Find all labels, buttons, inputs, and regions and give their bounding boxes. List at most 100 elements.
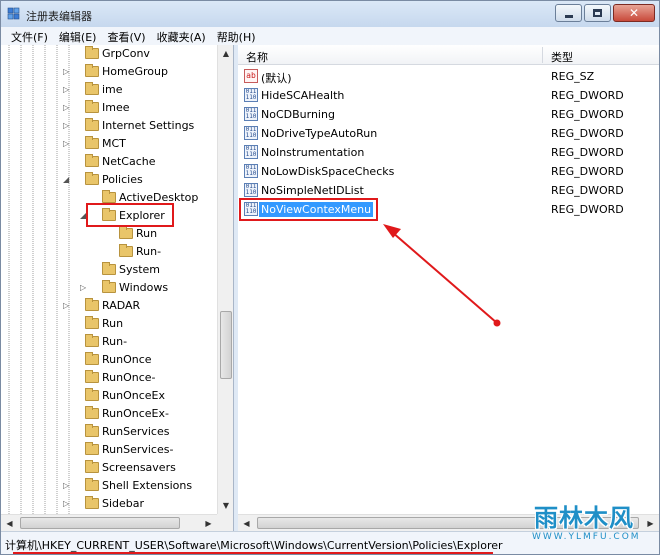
collapsed-arrow-icon[interactable]: ▷ xyxy=(63,140,71,148)
maximize-button[interactable] xyxy=(584,4,611,22)
path-annotation-underline xyxy=(13,552,493,554)
collapsed-arrow-icon[interactable]: ▷ xyxy=(63,104,71,112)
tree-item[interactable]: ▷ ime xyxy=(1,81,216,99)
tree-item[interactable]: ▷ MCT xyxy=(1,135,216,153)
tree-item[interactable]: ▷ RADAR xyxy=(1,297,216,315)
collapsed-arrow-icon[interactable]: ▷ xyxy=(63,86,71,94)
title-bar[interactable]: 注册表编辑器 ✕ xyxy=(1,1,659,27)
menu-file[interactable]: 文件(F) xyxy=(1,27,48,45)
column-separator[interactable] xyxy=(542,47,543,63)
folder-icon xyxy=(85,64,99,77)
menu-favorites[interactable]: 收藏夹(A) xyxy=(147,27,206,45)
value-name: HideSCAHealth xyxy=(261,89,345,102)
tree-item[interactable]: ▷ Internet Settings xyxy=(1,117,216,135)
tree-item[interactable]: ▷ Shell Extensions xyxy=(1,477,216,495)
tree-item[interactable]: System xyxy=(1,261,216,279)
menu-help[interactable]: 帮助(H) xyxy=(207,27,256,45)
binary-value-icon: 011 110 xyxy=(244,183,258,197)
value-type: REG_DWORD xyxy=(551,203,624,216)
current-key-path: 计算机\HKEY_CURRENT_USER\Software\Microsoft… xyxy=(5,539,503,552)
tree-vertical-scrollbar[interactable]: ▲ ▼ xyxy=(217,45,233,515)
tree-item[interactable]: RunServices- xyxy=(1,441,216,459)
value-row[interactable]: 011 110 NoInstrumentation REG_DWORD xyxy=(238,143,659,162)
values-list-pane[interactable]: 名称 类型 ab (默认) REG_SZ 011 110 HideSCAHealth RE… xyxy=(238,45,659,531)
folder-icon xyxy=(119,244,133,257)
value-name: (默认) xyxy=(261,72,292,85)
tree-item[interactable]: RunOnceEx- xyxy=(1,405,216,423)
key-tree-pane[interactable]: GrpConv ▷ HomeGroup ▷ ime ▷ Imee ▷ Internet Sett… xyxy=(1,45,234,531)
folder-icon xyxy=(85,352,99,365)
registry-editor-window: 注册表编辑器 ✕ 文件(F) 编辑(E) 查看(V) 收藏夹(A) 帮助(H) … xyxy=(0,0,660,555)
tree-item[interactable]: ▷ Sidebar xyxy=(1,495,216,513)
tree-item-label: GrpConv xyxy=(102,47,150,60)
tree-scroll-thumb[interactable] xyxy=(220,311,232,379)
tree-item[interactable]: Screensavers xyxy=(1,459,216,477)
value-name: NoDriveTypeAutoRun xyxy=(261,127,378,140)
folder-icon xyxy=(85,100,99,113)
watermark-text: 雨林木风 xyxy=(534,504,634,532)
tree-item-label: RunServices xyxy=(102,425,170,438)
scroll-left-arrow-icon[interactable]: ◀ xyxy=(238,515,255,531)
folder-icon xyxy=(102,262,116,275)
collapsed-arrow-icon[interactable]: ▷ xyxy=(63,482,71,490)
maximize-icon xyxy=(593,9,602,17)
tree-item-label: RunOnce- xyxy=(102,371,156,384)
tree-item-label: System xyxy=(119,263,161,276)
binary-value-icon: 011 110 xyxy=(244,107,258,121)
tree-item[interactable]: RunOnce xyxy=(1,351,216,369)
folder-icon xyxy=(102,280,116,293)
folder-icon xyxy=(85,118,99,131)
collapsed-arrow-icon[interactable]: ▷ xyxy=(63,122,71,130)
tree-item[interactable]: RunOnce- xyxy=(1,369,216,387)
tree-item-label: RunOnceEx xyxy=(102,389,165,402)
folder-icon xyxy=(85,298,99,311)
column-header-type[interactable]: 类型 xyxy=(551,49,573,65)
tree-item[interactable]: Run- xyxy=(1,333,216,351)
tree-item[interactable]: Run xyxy=(1,225,216,243)
binary-value-icon: 011 110 xyxy=(244,164,258,178)
minimize-button[interactable] xyxy=(555,4,582,22)
tree-item[interactable]: Run xyxy=(1,315,216,333)
tree-item-label: Run- xyxy=(136,245,162,258)
expanded-arrow-icon[interactable]: ◢ xyxy=(63,176,71,184)
tree-item[interactable]: ▷ Windows xyxy=(1,279,216,297)
menu-edit[interactable]: 编辑(E) xyxy=(49,27,97,45)
value-row[interactable]: 011 110 NoLowDiskSpaceChecks REG_DWORD xyxy=(238,162,659,181)
tree-item-label: RunOnceEx- xyxy=(102,407,169,420)
value-row[interactable]: ab (默认) REG_SZ xyxy=(238,67,659,86)
tree-item-label: HomeGroup xyxy=(102,65,168,78)
binary-value-icon: 011 110 xyxy=(244,126,258,140)
folder-icon xyxy=(102,190,116,203)
collapsed-arrow-icon[interactable]: ▷ xyxy=(63,68,71,76)
tree-item[interactable]: ▷ Imee xyxy=(1,99,216,117)
tree-horizontal-scrollbar[interactable]: ◀ ▶ xyxy=(1,514,217,531)
menu-bar: 文件(F) 编辑(E) 查看(V) 收藏夹(A) 帮助(H) xyxy=(1,27,659,45)
tree-item[interactable]: ◢ Policies xyxy=(1,171,216,189)
folder-icon xyxy=(85,46,99,59)
scroll-corner xyxy=(217,514,233,531)
value-row[interactable]: 011 110 NoDriveTypeAutoRun REG_DWORD xyxy=(238,124,659,143)
tree-item[interactable]: GrpConv xyxy=(1,45,216,63)
tree-hscroll-thumb[interactable] xyxy=(20,517,180,529)
value-row[interactable]: 011 110 NoCDBurning REG_DWORD xyxy=(238,105,659,124)
tree-item-label: Screensavers xyxy=(102,461,176,474)
scroll-up-arrow-icon[interactable]: ▲ xyxy=(218,45,233,62)
tree-item[interactable]: RunOnceEx xyxy=(1,387,216,405)
scroll-left-arrow-icon[interactable]: ◀ xyxy=(1,515,18,531)
window-controls: ✕ xyxy=(553,4,655,22)
tree-item[interactable]: NetCache xyxy=(1,153,216,171)
close-button[interactable]: ✕ xyxy=(613,4,655,22)
value-row[interactable]: 011 110 HideSCAHealth REG_DWORD xyxy=(238,86,659,105)
tree-item[interactable]: ▷ HomeGroup xyxy=(1,63,216,81)
menu-view[interactable]: 查看(V) xyxy=(97,27,145,45)
tree-item[interactable]: RunServices xyxy=(1,423,216,441)
collapsed-arrow-icon[interactable]: ▷ xyxy=(63,302,71,310)
column-header-name[interactable]: 名称 xyxy=(246,49,268,65)
folder-icon xyxy=(85,442,99,455)
folder-icon xyxy=(85,478,99,491)
collapsed-arrow-icon[interactable]: ▷ xyxy=(80,284,88,292)
collapsed-arrow-icon[interactable]: ▷ xyxy=(63,500,71,508)
scroll-right-arrow-icon[interactable]: ▶ xyxy=(200,515,217,531)
tree-item[interactable]: Run- xyxy=(1,243,216,261)
scroll-down-arrow-icon[interactable]: ▼ xyxy=(218,497,233,514)
